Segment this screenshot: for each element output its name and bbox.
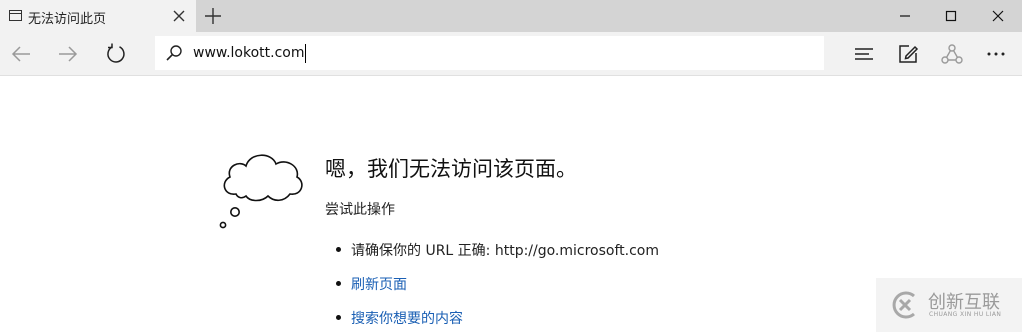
bullet [336,315,341,320]
address-input[interactable] [193,43,793,63]
browser-toolbar [0,32,1022,76]
watermark: 创新互联 CHUANG XIN HU LIAN [876,278,1022,332]
watermark-subtitle: CHUANG XIN HU LIAN [929,311,1002,318]
text-caret [305,44,307,63]
address-bar[interactable] [155,36,824,70]
error-heading: 嗯，我们无法访问该页面。 [325,157,577,181]
refresh-page-link[interactable]: 刷新页面 [351,274,407,294]
page-icon [9,10,22,21]
tab-close-icon[interactable] [169,6,189,26]
new-tab-icon[interactable] [202,5,224,27]
search-content-link[interactable]: 搜索你想要的内容 [351,308,463,328]
suggestion-text: 请确保你的 URL 正确: http://go.microsoft.com [351,243,660,259]
bullet [336,281,341,286]
bullet [336,247,341,252]
hub-icon[interactable] [849,39,879,69]
web-note-icon[interactable] [893,39,923,69]
close-icon[interactable] [975,0,1021,32]
active-tab[interactable]: 无法访问此页 [0,0,196,32]
forward-arrow-icon[interactable] [53,39,83,69]
refresh-icon[interactable] [101,39,131,69]
thought-cloud-icon [214,144,306,234]
error-subheading: 尝试此操作 [325,202,395,218]
title-bar: 无法访问此页 [0,0,1022,32]
minimize-icon[interactable] [882,0,928,32]
more-icon[interactable] [981,39,1011,69]
back-arrow-icon[interactable] [6,39,36,69]
search-icon [165,44,183,62]
brand-logo-icon [888,288,922,322]
maximize-icon[interactable] [928,0,974,32]
tab-title: 无法访问此页 [28,12,107,27]
share-icon[interactable] [937,39,967,69]
